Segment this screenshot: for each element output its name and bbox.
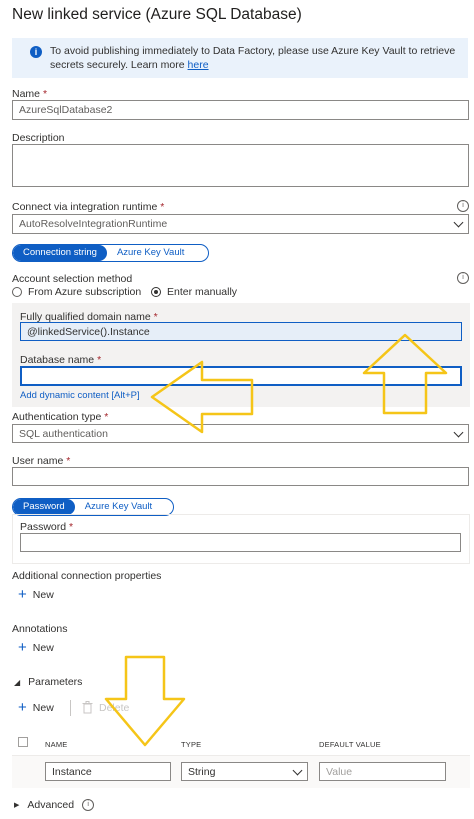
radio-label-enter-manually: Enter manually	[167, 286, 238, 298]
runtime-info-icon[interactable]: i	[457, 200, 469, 212]
banner-text: To avoid publishing immediately to Data …	[50, 45, 456, 71]
password-label: Password *	[20, 521, 74, 533]
radio-label-azure-subscription: From Azure subscription	[28, 286, 142, 298]
user-name-input[interactable]	[12, 467, 469, 486]
info-icon: i	[30, 46, 42, 58]
toolbar-divider	[70, 700, 71, 716]
name-label: Name *	[12, 88, 48, 100]
key-vault-option[interactable]: Azure Key Vault	[107, 245, 194, 261]
radio-azure-subscription[interactable]	[12, 287, 22, 297]
parameters-new-button[interactable]: + New	[18, 699, 54, 716]
pwd-key-vault-option[interactable]: Azure Key Vault	[75, 499, 162, 515]
add-dynamic-content-link[interactable]: Add dynamic content [Alt+P]	[20, 390, 140, 401]
connection-string-option[interactable]: Connection string	[13, 245, 107, 261]
trash-icon	[82, 701, 93, 714]
param-default-input[interactable]: Value	[319, 762, 446, 781]
learn-more-link[interactable]: here	[188, 59, 209, 71]
auth-type-label: Authentication type *	[12, 411, 109, 423]
runtime-select[interactable]: AutoResolveIntegrationRuntime	[12, 214, 469, 234]
radio-enter-manually[interactable]	[151, 287, 161, 297]
column-header-default: DEFAULT VALUE	[319, 740, 381, 749]
account-info-icon[interactable]: i	[457, 272, 469, 284]
plus-icon: +	[18, 699, 27, 716]
caret-right-icon: ▶	[14, 802, 20, 809]
param-type-select[interactable]: String	[181, 762, 308, 781]
additional-props-label: Additional connection properties	[12, 570, 162, 582]
annotations-label: Annotations	[12, 623, 68, 635]
additional-new-button[interactable]: + New	[18, 586, 54, 603]
chevron-down-icon	[453, 427, 464, 438]
runtime-label: Connect via integration runtime *	[12, 201, 165, 213]
advanced-header[interactable]: ▶ Advanced i	[14, 799, 95, 811]
annotations-new-button[interactable]: + New	[18, 639, 54, 656]
advanced-info-icon[interactable]: i	[82, 799, 95, 811]
description-label: Description	[12, 132, 65, 144]
name-input[interactable]: AzureSqlDatabase2	[12, 100, 469, 120]
info-banner: i To avoid publishing immediately to Dat…	[12, 38, 468, 78]
parameters-header[interactable]: ◢ Parameters	[14, 676, 82, 688]
page-title: New linked service (Azure SQL Database)	[12, 6, 302, 23]
column-header-name: NAME	[45, 740, 68, 749]
chevron-down-icon	[453, 217, 464, 228]
caret-down-icon: ◢	[14, 677, 21, 687]
chevron-down-icon	[292, 765, 303, 776]
description-textarea[interactable]	[12, 144, 469, 187]
password-input[interactable]	[20, 533, 461, 552]
left-arrow-annotation	[150, 360, 254, 434]
account-method-label: Account selection method	[12, 273, 133, 285]
param-name-input[interactable]: Instance	[45, 762, 171, 781]
plus-icon: +	[18, 586, 27, 603]
connection-toggle[interactable]: Connection string Azure Key Vault	[12, 244, 209, 262]
user-name-label: User name *	[12, 455, 71, 467]
up-arrow-annotation	[362, 333, 448, 415]
password-option[interactable]: Password	[13, 499, 75, 515]
plus-icon: +	[18, 639, 27, 656]
database-label: Database name *	[20, 354, 102, 366]
select-all-checkbox[interactable]	[18, 737, 28, 747]
down-arrow-annotation	[104, 655, 186, 747]
